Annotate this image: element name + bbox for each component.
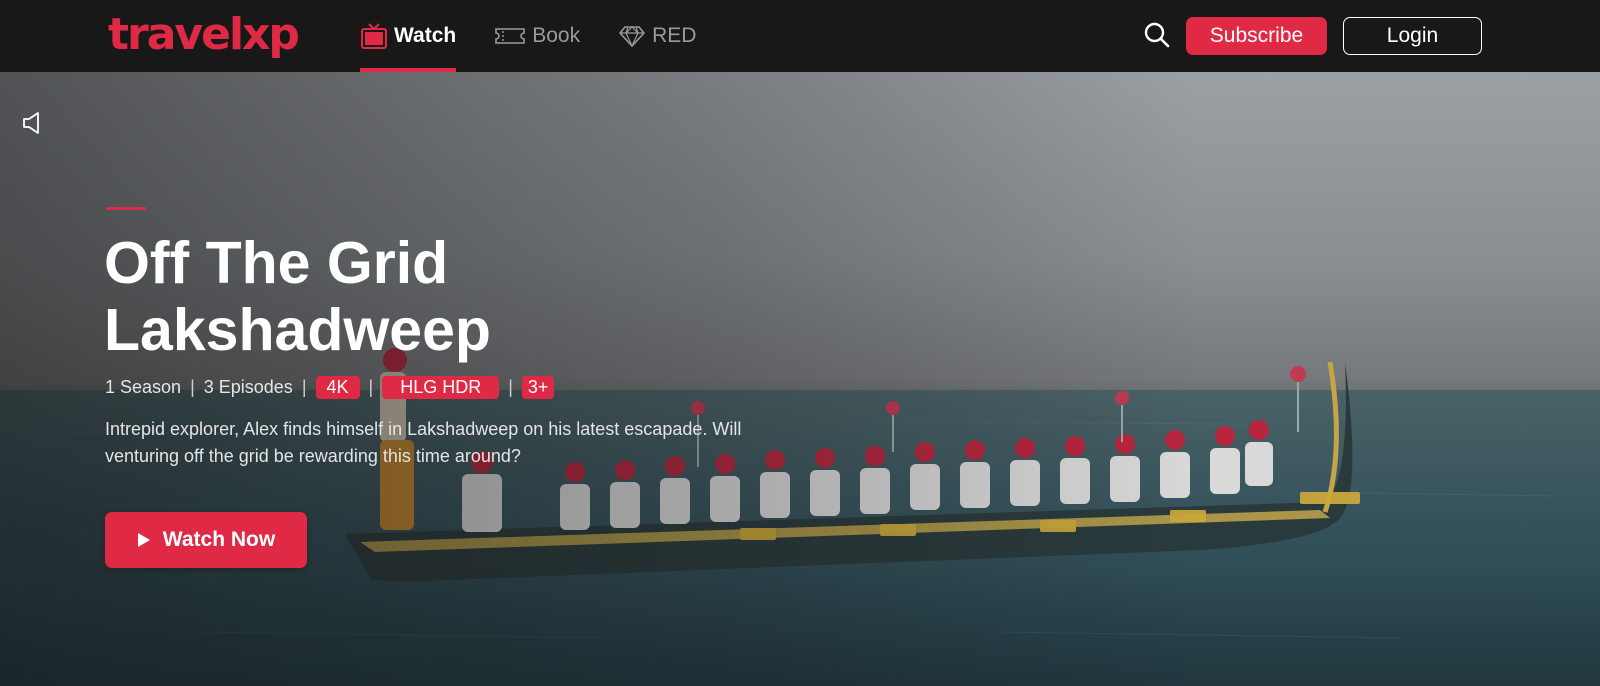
nav-item-watch[interactable]: Watch [360,0,457,72]
title-accent-line [106,207,146,210]
main-nav: Watch Book RED [360,0,734,72]
tv-icon [361,23,387,49]
login-button[interactable]: Login [1343,17,1482,55]
meta-separator: | [301,377,307,397]
travelxp-logo[interactable]: travelxp [108,8,300,62]
nav-item-book[interactable]: Book [494,0,580,72]
nav-label: Watch [394,24,457,47]
speaker-icon [23,112,39,134]
search-icon [1144,22,1170,48]
nav-label: RED [652,24,697,47]
watch-now-label: Watch Now [162,528,276,551]
play-icon [137,533,150,547]
subscribe-button[interactable]: Subscribe [1186,17,1327,55]
watch-now-button[interactable]: Watch Now [105,512,307,568]
hero-banner: Off The Grid Lakshadweep 1 Season | 3 Ep… [0,72,1600,686]
seasons-count: 1 Season [105,377,182,397]
top-nav-bar: travelxp Watch Book RED Subscribe Login [0,0,1600,72]
show-title-line1: Off The Grid [104,230,449,296]
meta-separator: | [368,377,374,397]
badge-hlg-hdr: HLG HDR [382,376,500,399]
badge-age-rating: 3+ [521,376,555,399]
meta-separator: | [190,377,195,397]
show-title-line2: Lakshadweep [104,297,491,363]
show-meta: 1 Season | 3 Episodes | 4K | HLG HDR | 3… [105,376,555,399]
nav-label: Book [532,24,581,47]
search-button[interactable] [1142,20,1172,50]
episodes-count: 3 Episodes [203,377,293,397]
show-description: Intrepid explorer, Alex finds himself in… [105,419,742,466]
diamond-icon [619,26,646,48]
ticket-icon [495,28,526,44]
show-title: Off The Grid Lakshadweep [104,230,804,364]
nav-item-red[interactable]: RED [618,0,696,72]
mute-toggle-button[interactable] [20,110,46,136]
hero-bottom-fade [0,566,1600,686]
meta-separator: | [508,377,513,397]
badge-4k: 4K [315,376,360,399]
